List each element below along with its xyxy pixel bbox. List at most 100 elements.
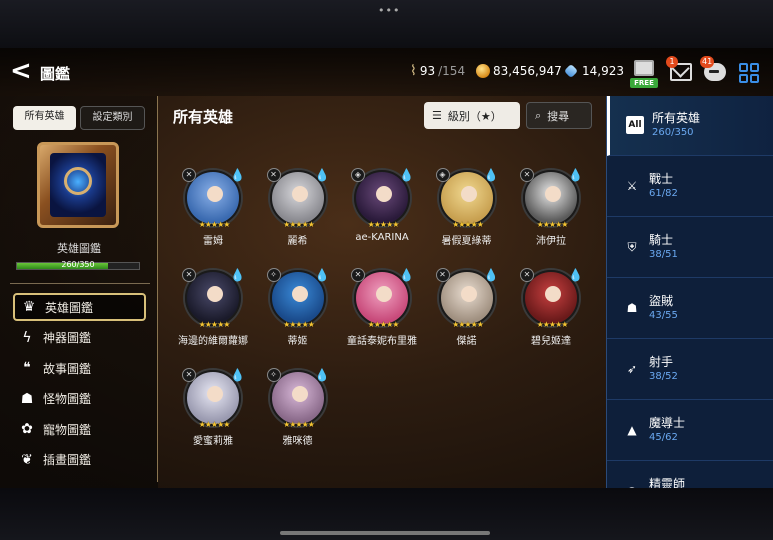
tab-all-heroes[interactable]: 所有英雄 xyxy=(13,106,76,130)
hero-codex-book-image xyxy=(37,142,119,228)
panel-divider xyxy=(157,96,158,482)
tab-set-category[interactable]: 設定類別 xyxy=(80,106,145,130)
codex-menu-item[interactable]: ϟ 神器圖鑑 xyxy=(13,324,146,352)
category-item[interactable]: ☗ 盜賊 43/55 xyxy=(607,279,773,339)
class-icon: ✕ xyxy=(520,168,534,182)
category-name: 魔導士 xyxy=(649,416,686,430)
hero-face xyxy=(545,286,561,302)
star-rating: ★★★★★ xyxy=(198,220,231,229)
water-element-icon: 💧 xyxy=(568,168,583,182)
wizard-hat-icon: ▲ xyxy=(627,423,637,437)
grid-view-icon[interactable] xyxy=(739,63,759,83)
hero-face xyxy=(207,386,223,402)
hero-card[interactable]: ✕ 💧 ★★★★★ 海邊的維爾蘿娜 xyxy=(176,268,250,352)
hero-name: 碧兒姬達 xyxy=(531,336,571,347)
codex-title: 英雄圖鑑 xyxy=(57,242,101,255)
codex-menu-item[interactable]: ♛ 英雄圖鑑 xyxy=(13,293,146,321)
hero-card[interactable]: ✕ 💧 ★★★★★ 童話泰妮布里雅 xyxy=(345,268,419,352)
class-icon: ✕ xyxy=(182,168,196,182)
category-item[interactable]: ▲ 魔導士 45/62 xyxy=(607,401,773,461)
more-dots-icon[interactable]: ••• xyxy=(378,4,400,17)
hero-card[interactable]: ◈ 💧 ★★★★★ 暑假夏綠蒂 xyxy=(430,168,504,252)
star-rating: ★★★★★ xyxy=(198,320,231,329)
category-count: 61/82 xyxy=(649,188,678,199)
sort-button[interactable]: ☰ 級別（★） xyxy=(424,102,520,129)
codex-menu-item[interactable]: ✿ 寵物圖鑑 xyxy=(13,415,146,443)
free-shop-button[interactable]: FREE xyxy=(630,58,658,90)
water-element-icon: 💧 xyxy=(568,268,583,282)
codex-progress-text: 260/350 xyxy=(61,260,95,269)
game-screen: ••• < 圖鑑 ⌇ 93/154 83,456,947 14,923 FREE… xyxy=(0,0,773,540)
class-icon: ✕ xyxy=(182,368,196,382)
hero-book-icon: ♛ xyxy=(22,299,36,315)
class-icon: ✕ xyxy=(182,268,196,282)
hero-card[interactable]: ✧ 💧 ★★★★★ 蒂姬 xyxy=(261,268,335,352)
water-element-icon: 💧 xyxy=(483,168,499,182)
hero-face xyxy=(376,186,392,202)
water-element-icon: 💧 xyxy=(314,368,330,382)
hero-card[interactable]: ✕ 💧 ★★★★★ 沛伊拉 xyxy=(514,168,588,252)
category-item[interactable]: ⚔ 戰士 61/82 xyxy=(607,157,773,217)
water-element-icon: 💧 xyxy=(314,268,330,282)
water-element-icon: 💧 xyxy=(230,268,245,282)
search-icon: ⌕ xyxy=(535,108,542,122)
hero-face xyxy=(460,286,477,302)
codex-menu-label: 故事圖鑑 xyxy=(43,361,92,376)
category-name: 騎士 xyxy=(649,233,674,247)
class-icon: ✕ xyxy=(266,168,281,182)
hero-card[interactable]: ✕ 💧 ★★★★★ 麗希 xyxy=(261,168,335,252)
category-panel: All 所有英雄 260/350 ⚔ 戰士 61/82 ⛨ 騎士 38/51 ☗ 盜賊 43/55 ➶ 射… xyxy=(606,96,773,488)
sort-icon: ☰ xyxy=(432,109,442,122)
divider xyxy=(10,283,150,284)
chat-badge: 41 xyxy=(700,56,715,68)
category-item[interactable]: All 所有英雄 260/350 xyxy=(607,96,773,156)
stamina-value: 93 xyxy=(419,64,436,78)
star-rating: ★★★★★ xyxy=(452,320,484,329)
hero-card[interactable]: ✕ 💧 ★★★★★ 傑諾 xyxy=(430,268,504,352)
bow-icon: ➶ xyxy=(626,362,638,376)
star-rating: ★★★★★ xyxy=(367,320,400,329)
page-title: 圖鑑 xyxy=(40,65,71,83)
stamina-icon: ⌇ xyxy=(410,63,417,79)
category-name: 射手 xyxy=(649,355,674,369)
gold-coin-icon xyxy=(476,64,490,78)
gold-counter[interactable]: 83,456,947 xyxy=(476,64,562,78)
gold-value: 83,456,947 xyxy=(493,64,562,78)
stamina-counter[interactable]: ⌇ 93/154 xyxy=(410,64,465,78)
category-item[interactable]: ➶ 射手 38/52 xyxy=(607,340,773,400)
search-label: 搜尋 xyxy=(547,109,570,123)
codex-menu-label: 神器圖鑑 xyxy=(43,331,92,345)
back-button[interactable]: < xyxy=(10,58,34,84)
hero-name: 沛伊拉 xyxy=(536,236,566,247)
home-indicator[interactable] xyxy=(280,531,490,535)
dragon-icon: ❦ xyxy=(21,451,33,468)
hero-face xyxy=(460,186,477,202)
hero-card[interactable]: ◈ 💧 ★★★★★ ae-KARINA xyxy=(345,168,419,252)
category-item[interactable]: ⛨ 騎士 38/51 xyxy=(607,218,773,278)
category-item[interactable]: ◐精靈師 xyxy=(607,462,773,488)
codex-menu-item[interactable]: ☗ 怪物圖鑑 xyxy=(13,385,146,413)
search-button[interactable]: ⌕ 搜尋 xyxy=(526,102,592,129)
grid-title: 所有英雄 xyxy=(173,108,234,126)
category-name: 精靈師 xyxy=(649,477,686,488)
class-icon: ✧ xyxy=(266,268,281,282)
codex-menu-item[interactable]: ❦ 插畫圖鑑 xyxy=(13,446,146,474)
category-name: 所有英雄 xyxy=(652,111,701,125)
class-icon: ◈ xyxy=(435,168,450,182)
gem-counter[interactable]: 14,923 xyxy=(563,63,624,79)
category-count: 45/62 xyxy=(649,432,678,443)
speech-icon: ❝ xyxy=(23,360,31,376)
class-icon: ✕ xyxy=(351,268,365,282)
hero-card[interactable]: ✕ 💧 ★★★★★ 愛蜜莉雅 xyxy=(176,368,250,452)
hero-face xyxy=(291,386,308,402)
hero-card[interactable]: ✕ 💧 ★★★★★ 雷姆 xyxy=(176,168,250,252)
star-rating: ★★★★★ xyxy=(452,220,484,229)
hero-card[interactable]: ✧ 💧 ★★★★★ 雅咪德 xyxy=(261,368,335,452)
sort-label: 級別（★） xyxy=(447,109,502,123)
class-icon: ✕ xyxy=(435,268,450,282)
category-count: 38/52 xyxy=(649,371,678,382)
top-strip: ••• xyxy=(0,0,773,48)
hero-card[interactable]: ✕ 💧 ★★★★★ 碧兒姬達 xyxy=(514,268,588,352)
shop-icon xyxy=(634,60,654,76)
codex-menu-item[interactable]: ❝ 故事圖鑑 xyxy=(13,354,146,382)
